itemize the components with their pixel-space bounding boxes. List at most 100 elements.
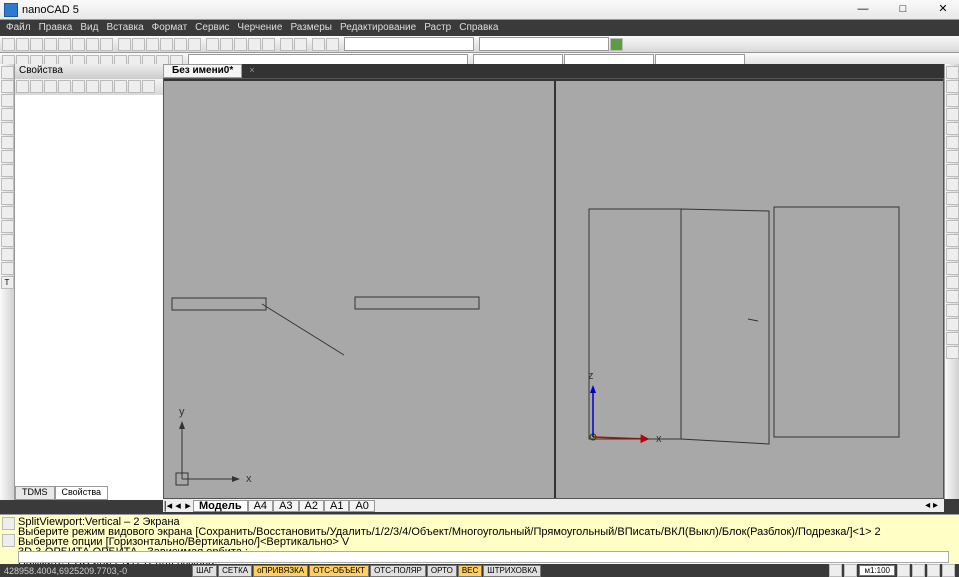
menu-item[interactable]: Файл <box>6 20 31 36</box>
quickfind-dropdown[interactable] <box>479 37 609 51</box>
drawing-canvas[interactable]: y x x z <box>163 78 944 499</box>
tab-layout[interactable]: A2 <box>299 500 324 512</box>
save-icon[interactable] <box>30 38 43 51</box>
rotate-icon[interactable] <box>946 150 959 163</box>
new-icon[interactable] <box>2 38 15 51</box>
tab-layout[interactable]: A4 <box>248 500 273 512</box>
tab-nav-prev-icon[interactable]: ◂ <box>173 499 183 512</box>
fillet-icon[interactable] <box>946 262 959 275</box>
modify-icon[interactable] <box>946 290 959 303</box>
menu-item[interactable]: Размеры <box>290 20 332 36</box>
offset-icon[interactable] <box>946 108 959 121</box>
circle-icon[interactable] <box>1 136 14 149</box>
mode-ortho[interactable]: ОРТО <box>427 565 457 577</box>
modify-icon[interactable] <box>946 318 959 331</box>
stretch-icon[interactable] <box>946 178 959 191</box>
print-icon[interactable] <box>58 38 71 51</box>
tab-nav-next-icon[interactable]: ▸ <box>183 499 193 512</box>
tab-properties[interactable]: Свойства <box>55 486 109 500</box>
zoomprev-icon[interactable] <box>262 38 275 51</box>
paste-icon[interactable] <box>146 38 159 51</box>
arc-icon[interactable] <box>1 122 14 135</box>
ellipse-icon[interactable] <box>1 164 14 177</box>
zoom-in-icon[interactable] <box>897 564 910 577</box>
tab-layout[interactable]: A1 <box>324 500 349 512</box>
table-icon[interactable] <box>1 220 14 233</box>
prop-icon[interactable] <box>128 80 141 93</box>
menu-item[interactable]: Справка <box>459 20 498 36</box>
tab-model[interactable]: Модель <box>193 500 248 512</box>
prop-icon[interactable] <box>86 80 99 93</box>
document-tab[interactable]: Без имени0* <box>163 64 242 78</box>
hatch-icon[interactable] <box>1 192 14 205</box>
pan-icon[interactable] <box>206 38 219 51</box>
explode-icon[interactable] <box>946 276 959 289</box>
mode-otrack[interactable]: ОТС-ОБЪЕКТ <box>309 565 369 577</box>
array-icon[interactable] <box>946 122 959 135</box>
close-button[interactable]: ✕ <box>931 3 955 17</box>
minimize-button[interactable]: — <box>851 3 875 17</box>
zoom-out-icon[interactable] <box>912 564 925 577</box>
zoom-ext-icon[interactable] <box>927 564 940 577</box>
mtext-icon[interactable] <box>1 234 14 247</box>
line-icon[interactable] <box>1 66 14 79</box>
tab-layout[interactable]: A0 <box>349 500 374 512</box>
menu-item[interactable]: Сервис <box>195 20 229 36</box>
mode-hatch[interactable]: ШТРИХОВКА <box>483 565 541 577</box>
copy-obj-icon[interactable] <box>946 80 959 93</box>
tab-layout[interactable]: A3 <box>273 500 298 512</box>
menu-item[interactable]: Вставка <box>106 20 143 36</box>
menu-item[interactable]: Черчение <box>237 20 282 36</box>
info-icon[interactable] <box>326 38 339 51</box>
menu-item[interactable]: Вид <box>80 20 98 36</box>
modify-icon[interactable] <box>946 332 959 345</box>
modify-icon[interactable] <box>946 346 959 359</box>
modify-icon[interactable] <box>946 304 959 317</box>
tab-close-icon[interactable]: × <box>245 65 254 75</box>
open-icon[interactable] <box>16 38 29 51</box>
erase-icon[interactable] <box>946 66 959 79</box>
search-input[interactable] <box>344 37 474 51</box>
menu-item[interactable]: Растр <box>424 20 451 36</box>
regen-icon[interactable] <box>280 38 293 51</box>
status-icon[interactable] <box>844 564 857 577</box>
tab-tdms[interactable]: TDMS <box>15 486 55 500</box>
pan-icon[interactable] <box>942 564 955 577</box>
text-icon[interactable]: T <box>1 276 14 289</box>
help-icon[interactable] <box>312 38 325 51</box>
cut-icon[interactable] <box>118 38 131 51</box>
prop-icon[interactable] <box>114 80 127 93</box>
cmd-opt-icon[interactable] <box>2 517 15 530</box>
mode-lwt[interactable]: ВЕС <box>458 565 482 577</box>
menu-item[interactable]: Формат <box>152 20 188 36</box>
prop-icon[interactable] <box>44 80 57 93</box>
break-icon[interactable] <box>946 220 959 233</box>
prop-icon[interactable] <box>58 80 71 93</box>
prop-icon[interactable] <box>30 80 43 93</box>
zoomwin-icon[interactable] <box>234 38 247 51</box>
insert-icon[interactable] <box>1 262 14 275</box>
mode-polar[interactable]: ОТС-ПОЛЯР <box>370 565 426 577</box>
polygon-icon[interactable] <box>1 94 14 107</box>
move-icon[interactable] <box>946 136 959 149</box>
prop-icon[interactable] <box>16 80 29 93</box>
zoom-icon[interactable] <box>220 38 233 51</box>
mode-osnap[interactable]: оПРИВЯЗКА <box>253 565 308 577</box>
undo-icon[interactable] <box>174 38 187 51</box>
redo-icon[interactable] <box>188 38 201 51</box>
spline-icon[interactable] <box>1 150 14 163</box>
trim-icon[interactable] <box>946 192 959 205</box>
chamfer-icon[interactable] <box>946 248 959 261</box>
mode-grid[interactable]: СЕТКА <box>218 565 252 577</box>
prop-icon[interactable] <box>100 80 113 93</box>
rect-icon[interactable] <box>1 108 14 121</box>
zoomall-icon[interactable] <box>248 38 261 51</box>
menu-item[interactable]: Правка <box>39 20 73 36</box>
tab-nav-first-icon[interactable]: |◂ <box>163 499 173 512</box>
saveall-icon[interactable] <box>44 38 57 51</box>
pline-icon[interactable] <box>1 80 14 93</box>
cmd-opt-icon[interactable] <box>2 534 15 547</box>
preview-icon[interactable] <box>72 38 85 51</box>
status-icon[interactable] <box>829 564 842 577</box>
publish-icon[interactable] <box>100 38 113 51</box>
